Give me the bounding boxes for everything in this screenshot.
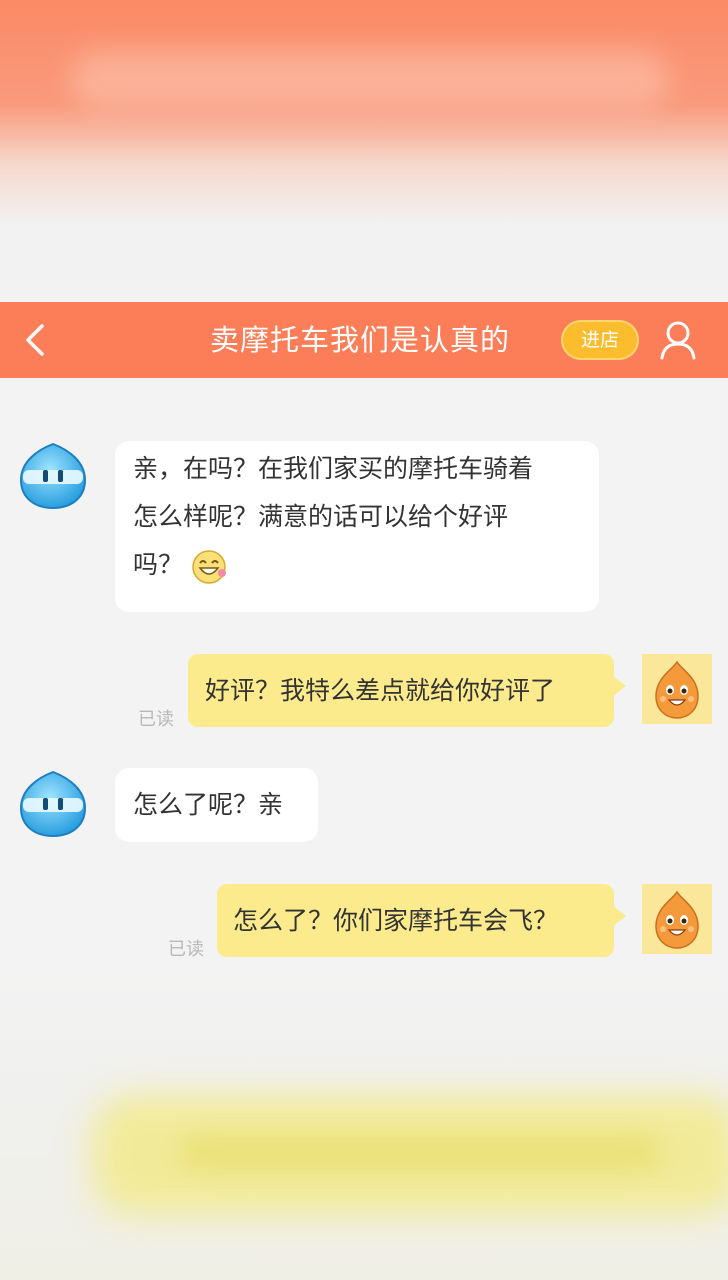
back-button[interactable] — [18, 320, 58, 360]
message-text: 怎么了？你们家摩托车会飞？ — [233, 906, 559, 935]
read-status: 已读 — [138, 709, 174, 730]
message-text: 好评？我特么差点就给你好评了 — [205, 676, 556, 705]
page-title: 卖摩托车我们是认真的 — [209, 323, 510, 357]
message-text: 怎么了呢？亲 — [133, 790, 284, 819]
message-line: 怎么样呢？满意的话可以给个好评 — [133, 502, 509, 531]
orange-mascot-avatar-icon — [655, 660, 699, 719]
seller-avatar[interactable] — [17, 768, 89, 840]
grinning-emoji-icon — [192, 550, 227, 584]
buyer-avatar[interactable] — [642, 654, 712, 724]
read-status: 已读 — [168, 939, 204, 960]
chevron-left-icon — [26, 324, 44, 356]
user-button[interactable] — [656, 318, 700, 362]
message-bubble-sent: 怎么了？你们家摩托车会飞？ — [217, 884, 626, 957]
blue-droplet-avatar-icon — [19, 770, 87, 838]
message-line: 吗？ — [133, 550, 184, 579]
blurred-message-text — [180, 1135, 660, 1171]
blue-droplet-avatar-icon — [19, 442, 87, 510]
blurred-top-bar — [0, 0, 728, 300]
seller-avatar[interactable] — [17, 440, 89, 512]
enter-store-button[interactable]: 进店 — [561, 320, 639, 360]
blurred-top-text — [70, 50, 670, 110]
orange-mascot-avatar-icon — [655, 890, 699, 949]
user-icon — [660, 321, 696, 360]
message-line: 亲，在吗？在我们家买的摩托车骑着 — [133, 454, 534, 483]
message-bubble-received: 亲，在吗？在我们家买的摩托车骑着 怎么样呢？满意的话可以给个好评 吗？ — [115, 441, 599, 612]
message-bubble-received: 怎么了呢？亲 — [115, 768, 318, 842]
message-bubble-sent: 好评？我特么差点就给你好评了 — [188, 654, 626, 727]
buyer-avatar[interactable] — [642, 884, 712, 954]
